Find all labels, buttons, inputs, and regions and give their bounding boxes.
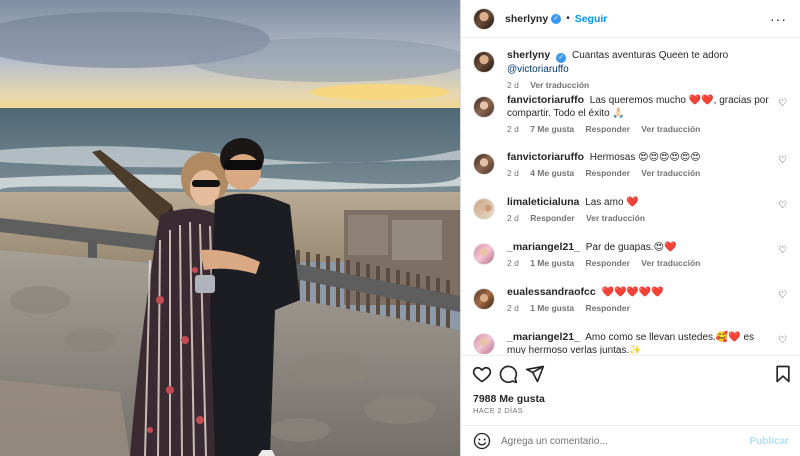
avatar[interactable] — [473, 198, 495, 220]
comment-row: fanvictoriaruffo Hermosas 😍😍😍😍😍😍 2 d 4 M… — [473, 151, 795, 178]
comment-text: _mariangel21_ Amo como se llevan ustedes… — [507, 331, 772, 354]
comment-like-heart-icon[interactable]: ♡ — [778, 245, 787, 256]
comment-likes[interactable]: 4 Me gusta — [530, 168, 574, 178]
reply-button[interactable]: Responder — [586, 258, 630, 268]
comment-likes[interactable]: 1 Me gusta — [530, 258, 574, 268]
caption-row: sherlyny ✓ Cuantas aventuras Queen te ado… — [473, 49, 795, 90]
avatar[interactable] — [473, 7, 495, 30]
avatar[interactable] — [473, 243, 495, 265]
post-side-panel: sherlyny ✓ • Seguir ··· sherlyny ✓ Cuanta… — [460, 0, 800, 456]
post-photo[interactable] — [0, 0, 460, 456]
heart-icon[interactable] — [472, 364, 492, 384]
comment-like-heart-icon[interactable]: ♡ — [778, 98, 787, 109]
post-actions: 7988 Me gusta HACE 2 DÍAS — [461, 355, 800, 435]
see-translation-button[interactable]: Ver traducción — [641, 124, 700, 134]
comment-username[interactable]: _mariangel21_ — [507, 241, 580, 253]
comment-text: eualessandraofcc ❤️❤️❤️❤️❤️ — [507, 286, 772, 299]
comment-time: 2 d — [507, 213, 519, 223]
comment-meta: 2 d 4 Me gusta Responder Ver traducción — [507, 168, 772, 178]
comment-like-heart-icon[interactable]: ♡ — [778, 200, 787, 211]
avatar[interactable] — [473, 96, 495, 118]
follow-button[interactable]: Seguir — [575, 13, 608, 25]
see-translation-button[interactable]: Ver traducción — [586, 213, 645, 223]
beach-photo-illustration — [0, 0, 460, 456]
comment-icon[interactable] — [498, 364, 518, 384]
post-header: sherlyny ✓ • Seguir ··· — [461, 0, 800, 38]
see-translation-button[interactable]: Ver traducción — [641, 258, 700, 268]
reply-button[interactable]: Responder — [530, 213, 574, 223]
comment-time: 2 d — [507, 124, 519, 134]
reply-button[interactable]: Responder — [586, 168, 630, 178]
comments-list[interactable]: sherlyny ✓ Cuantas aventuras Queen te ado… — [461, 39, 800, 354]
comment-like-heart-icon[interactable]: ♡ — [778, 290, 787, 301]
caption-username[interactable]: sherlyny — [507, 49, 550, 61]
caption-text: sherlyny ✓ Cuantas aventuras Queen te ado… — [507, 49, 772, 76]
comment-username[interactable]: _mariangel21_ — [507, 331, 580, 343]
avatar[interactable] — [473, 333, 495, 354]
caption-meta: 2 d Ver traducción — [507, 80, 772, 90]
comment-composer: Publicar — [461, 425, 800, 456]
post-modal: sherlyny ✓ • Seguir ··· sherlyny ✓ Cuanta… — [0, 0, 800, 456]
caption-time: 2 d — [507, 80, 519, 90]
bookmark-icon[interactable] — [773, 364, 793, 384]
comment-like-heart-icon[interactable]: ♡ — [778, 155, 787, 166]
comment-body: ❤️❤️❤️❤️❤️ — [601, 287, 664, 298]
comment-body: Hermosas 😍😍😍😍😍😍 — [589, 152, 701, 163]
comment-row: _mariangel21_ Amo como se llevan ustedes… — [473, 331, 795, 354]
comment-row: limaleticialuna Las amo ❤️ 2 d Responder… — [473, 196, 795, 223]
author-username[interactable]: sherlyny — [505, 13, 548, 25]
comment-text: limaleticialuna Las amo ❤️ — [507, 196, 772, 209]
comment-username[interactable]: eualessandraofcc — [507, 286, 596, 298]
comment-meta: 2 d 1 Me gusta Responder Ver traducción — [507, 258, 772, 268]
more-options-icon[interactable]: ··· — [770, 11, 787, 27]
comment-meta: 2 d Responder Ver traducción — [507, 213, 772, 223]
avatar[interactable] — [473, 153, 495, 175]
like-count[interactable]: 7988 Me gusta — [473, 393, 545, 405]
comment-meta: 2 d 7 Me gusta Responder Ver traducción — [507, 124, 772, 134]
comment-text: fanvictoriaruffo Hermosas 😍😍😍😍😍😍 — [507, 151, 772, 164]
see-translation-button[interactable]: Ver traducción — [530, 80, 589, 90]
comment-username[interactable]: limaleticialuna — [507, 196, 579, 208]
comment-row: _mariangel21_ Par de guapas.😍❤️ 2 d 1 Me… — [473, 241, 795, 268]
comment-time: 2 d — [507, 168, 519, 178]
reply-button[interactable]: Responder — [586, 124, 630, 134]
comment-text: _mariangel21_ Par de guapas.😍❤️ — [507, 241, 772, 254]
comment-time: 2 d — [507, 258, 519, 268]
comment-username[interactable]: fanvictoriaruffo — [507, 151, 584, 163]
comment-like-heart-icon[interactable]: ♡ — [778, 335, 787, 346]
separator-dot: • — [566, 13, 570, 24]
publish-button[interactable]: Publicar — [750, 436, 789, 447]
comment-body: Par de guapas.😍❤️ — [585, 242, 677, 253]
emoji-icon[interactable] — [473, 432, 491, 450]
share-icon[interactable] — [525, 364, 545, 384]
comment-time: 2 d — [507, 303, 519, 313]
comment-row: eualessandraofcc ❤️❤️❤️❤️❤️ 2 d 1 Me gus… — [473, 286, 795, 313]
verified-badge-icon: ✓ — [556, 53, 567, 63]
post-timestamp: HACE 2 DÍAS — [473, 406, 523, 415]
avatar[interactable] — [473, 288, 495, 310]
reply-button[interactable]: Responder — [586, 303, 630, 313]
comment-text: fanvictoriaruffo Las queremos mucho ❤️❤️… — [507, 94, 772, 120]
caption-body: Cuantas aventuras Queen te adoro — [571, 50, 729, 61]
comment-likes[interactable]: 1 Me gusta — [530, 303, 574, 313]
avatar[interactable] — [473, 51, 495, 73]
caption-mention[interactable]: @victoriaruffo — [507, 64, 569, 75]
comment-row: fanvictoriaruffo Las queremos mucho ❤️❤️… — [473, 94, 795, 134]
comment-username[interactable]: fanvictoriaruffo — [507, 94, 584, 106]
comment-input[interactable] — [501, 435, 741, 447]
comment-body: Las amo ❤️ — [585, 197, 639, 208]
see-translation-button[interactable]: Ver traducción — [641, 168, 700, 178]
verified-badge-icon: ✓ — [551, 13, 562, 24]
comment-likes[interactable]: 7 Me gusta — [530, 124, 574, 134]
comment-meta: 2 d 1 Me gusta Responder — [507, 303, 772, 313]
